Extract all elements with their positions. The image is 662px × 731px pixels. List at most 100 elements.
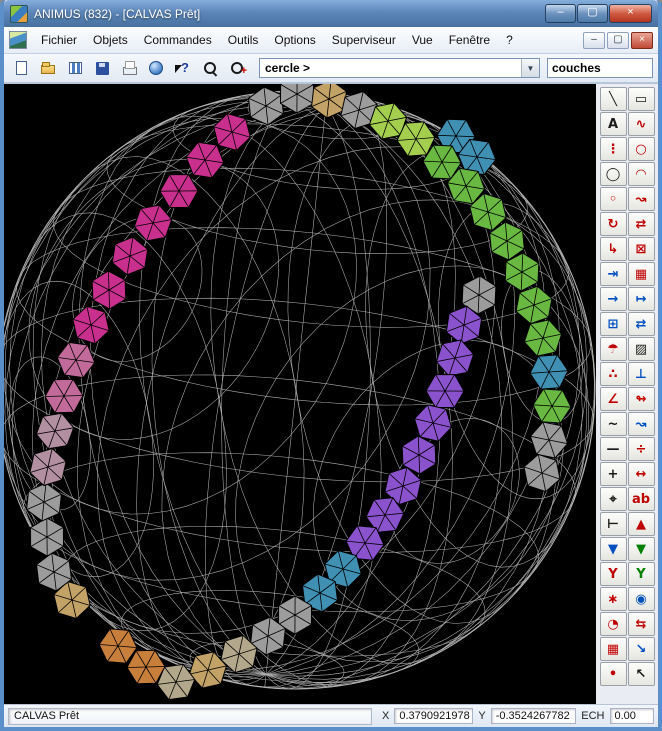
toolbar-buttons [9,57,250,80]
node-tool[interactable]: • [599,662,627,686]
import-tool[interactable]: ↦ [627,287,655,311]
mesh-tool-icon: ▦ [606,641,620,657]
circle-tool[interactable]: ○ [627,137,655,161]
menu-item-outils[interactable]: Outils [220,30,267,50]
stretch-h-tool[interactable]: ↔ [627,462,655,486]
new-document-button[interactable] [9,57,34,80]
menu-item-vue[interactable]: Vue [404,30,441,50]
maximize-button[interactable]: ▢ [577,4,608,23]
divide-tool-icon: ÷ [635,441,647,457]
command-combobox[interactable]: cercle > ▼ [259,58,540,78]
horizontal-line-tool-icon: — [606,441,620,457]
menu-item-objets[interactable]: Objets [85,30,136,50]
text-tool[interactable]: A [599,112,627,136]
tool-grid: ╲ ▭ A ∿ ⋮ ○ ◯ ◠ ◦ ↝ ↻ ⇄ ↳ ⊠ ⇥ ▦ → ↦ ⊞ ⇄ ☂ ▨ ∴ ⊥ ∠ ↬ ~ ↝ — ÷ + ↔ ⌖ ab ⊢ ▲ ▼ ▼ Y… [599,87,655,704]
hatch-grid-tool[interactable]: ▦ [627,262,655,286]
offset-tool[interactable]: ↳ [599,237,627,261]
canvas-area[interactable] [4,84,596,704]
print-button[interactable] [117,57,142,80]
context-help-button[interactable] [171,57,196,80]
axis-tool[interactable]: ⊥ [627,362,655,386]
close-button[interactable]: × [609,4,652,23]
point-triangle-tool[interactable]: ∴ [599,362,627,386]
save-button[interactable] [90,57,115,80]
text-tool-icon: A [607,116,619,132]
wye-green-tool[interactable]: Y [627,562,655,586]
hatch-tool-icon: ▨ [634,341,648,357]
magnifier-arrow-icon [229,60,247,77]
star-tool[interactable]: ∗ [599,587,627,611]
erase-tool[interactable]: ⊠ [627,237,655,261]
hatch-tool[interactable]: ▨ [627,337,655,361]
export-tool[interactable]: → [599,287,627,311]
circle-tool-icon: ○ [635,141,647,157]
copy-sheet-tool[interactable]: ⊞ [599,312,627,336]
menu-item-fichier[interactable]: Fichier [33,30,85,50]
stretch-tool[interactable]: ⇆ [627,612,655,636]
insert-tool-icon: ⇥ [607,266,619,282]
arc-tool[interactable]: ◠ [627,162,655,186]
line-tool[interactable]: ╲ [599,87,627,111]
mesh-tool[interactable]: ▦ [599,637,627,661]
floppy-disk-icon [94,60,111,76]
scale-readout: 0.00 [609,708,654,724]
drawing-canvas[interactable] [4,84,596,703]
menu-item-commandes[interactable]: Commandes [136,30,220,50]
rotate-tool[interactable]: ↻ [599,212,627,236]
curve-arrow-tool[interactable]: ↝ [627,412,655,436]
mdi-child-icon[interactable] [9,31,27,49]
side-tool-panel: ╲ ▭ A ∿ ⋮ ○ ◯ ◠ ◦ ↝ ↻ ⇄ ↳ ⊠ ⇥ ▦ → ↦ ⊞ ⇄ ☂ ▨ ∴ ⊥ ∠ ↬ ~ ↝ — ÷ + ↔ ⌖ ab ⊢ ▲ ▼ ▼ Y… [596,84,658,704]
zoom-button[interactable] [198,57,223,80]
angle-tool-icon: ∠ [607,391,619,407]
angle-tool[interactable]: ∠ [599,387,627,411]
label-tool[interactable]: ab [627,487,655,511]
tangent-tool-icon: ~ [607,416,619,432]
mdi-minimize-button[interactable]: – [583,31,605,49]
binoculars-tool[interactable]: ⌖ [599,487,627,511]
select-tool[interactable]: ↖ [627,662,655,686]
measure-tool[interactable]: ⊢ [599,512,627,536]
menu-item-fentre[interactable]: Fenêtre [441,30,498,50]
tangent-tool[interactable]: ~ [599,412,627,436]
terrain-tool[interactable]: ▲ [627,512,655,536]
hatch-grid-tool-icon: ▦ [634,266,648,282]
menu-item-superviseur[interactable]: Superviseur [324,30,404,50]
mdi-close-button[interactable]: × [631,31,653,49]
gauge-tool[interactable]: ◔ [599,612,627,636]
spline-tool-icon: ↝ [635,191,647,207]
mirror-tool[interactable]: ⇄ [627,212,655,236]
mdi-restore-button[interactable]: ▢ [607,31,629,49]
command-combobox-value[interactable]: cercle > [260,61,521,75]
wye-red-tool[interactable]: Y [599,562,627,586]
polyline-tool[interactable]: ∿ [627,112,655,136]
cross-tool[interactable]: + [599,462,627,486]
funnel-green-tool[interactable]: ▼ [627,537,655,561]
divide-tool[interactable]: ÷ [627,437,655,461]
insert-tool[interactable]: ⇥ [599,262,627,286]
zoom-window-button[interactable] [225,57,250,80]
menu-item-help[interactable]: ? [498,30,521,50]
horizontal-line-tool[interactable]: — [599,437,627,461]
diagonal-tool[interactable]: ↘ [627,637,655,661]
arc-arrow-tool[interactable]: ↬ [627,387,655,411]
ech-label: ECH [581,710,605,722]
swap-tool[interactable]: ⇄ [627,312,655,336]
ellipse-tool[interactable]: ◯ [599,162,627,186]
umbrella-tool[interactable]: ☂ [599,337,627,361]
world-button[interactable] [144,57,169,80]
offset-tool-icon: ↳ [607,241,619,257]
menu-item-options[interactable]: Options [266,30,323,50]
point-triangle-tool-icon: ∴ [608,366,618,382]
point-series-tool[interactable]: ⋮ [599,137,627,161]
rectangle-tool[interactable]: ▭ [627,87,655,111]
layers-field[interactable] [547,58,653,78]
spline-tool[interactable]: ↝ [627,187,655,211]
sphere-tool[interactable]: ◉ [627,587,655,611]
funnel-blue-tool[interactable]: ▼ [599,537,627,561]
wye-red-tool-icon: Y [608,566,618,582]
chevron-down-icon[interactable]: ▼ [521,59,539,77]
window-layout-button[interactable] [63,57,88,80]
open-file-button[interactable] [36,57,61,80]
minimize-button[interactable]: – [545,4,576,23]
small-circle-tool[interactable]: ◦ [599,187,627,211]
